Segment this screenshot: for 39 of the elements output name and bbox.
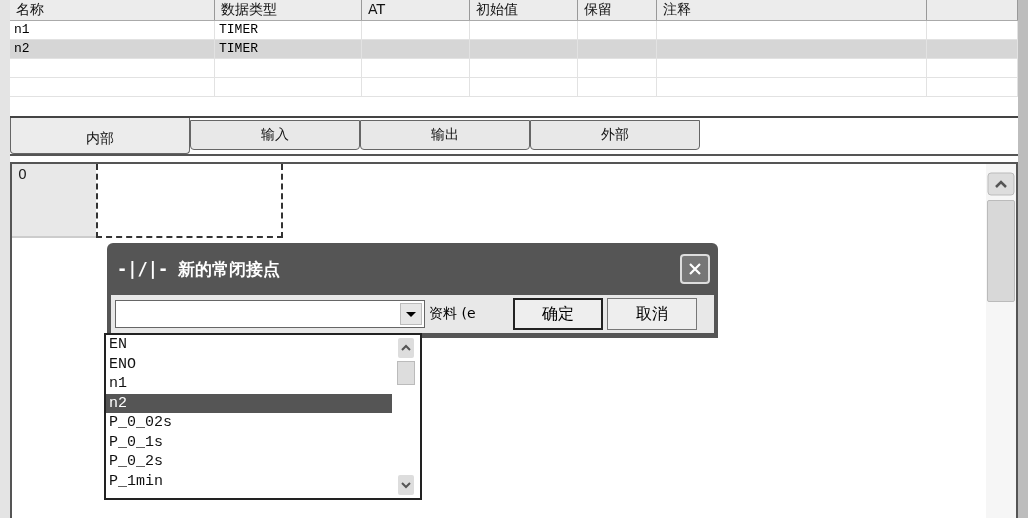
- dropdown-item[interactable]: ENO: [106, 354, 392, 374]
- tab[interactable]: 外部: [530, 120, 700, 150]
- dropdown-item[interactable]: P_0_1s: [106, 432, 392, 452]
- column-header[interactable]: 保留: [578, 0, 657, 20]
- dropdown-item[interactable]: n1: [106, 374, 392, 394]
- tab[interactable]: 输出: [360, 120, 530, 150]
- detail-label: 资料 (e: [429, 305, 477, 323]
- tab[interactable]: 内部: [10, 118, 190, 154]
- cancel-button[interactable]: 取消: [607, 298, 697, 330]
- ok-button[interactable]: 确定: [513, 298, 603, 330]
- selected-cell[interactable]: [96, 164, 283, 238]
- scroll-up-icon[interactable]: [987, 172, 1015, 196]
- column-header[interactable]: 初始值: [470, 0, 578, 20]
- rung-number: 0: [12, 164, 96, 238]
- column-header[interactable]: 名称: [10, 0, 215, 20]
- scroll-down-icon[interactable]: [397, 474, 415, 496]
- table-cell: TIMER: [215, 21, 362, 39]
- dropdown-item[interactable]: P_0_2s: [106, 452, 392, 472]
- dropdown-item[interactable]: P_1min: [106, 471, 392, 491]
- scroll-up-icon[interactable]: [397, 337, 415, 359]
- column-header[interactable]: AT: [362, 0, 470, 20]
- dropdown-item[interactable]: P_0_02s: [106, 413, 392, 433]
- column-header[interactable]: 注释: [657, 0, 927, 20]
- dialog-title: 新的常闭接点: [178, 257, 282, 281]
- column-header[interactable]: 数据类型: [215, 0, 362, 20]
- scroll-thumb[interactable]: [987, 200, 1015, 302]
- scroll-thumb[interactable]: [397, 361, 415, 385]
- contact-symbol: -|/|-: [117, 259, 169, 279]
- table-row[interactable]: n2 TIMER: [10, 40, 1018, 59]
- dropdown-item[interactable]: EN: [106, 335, 392, 355]
- dropdown-item[interactable]: n2: [106, 393, 392, 413]
- vertical-scrollbar[interactable]: [986, 164, 1016, 518]
- table-cell: n1: [10, 21, 215, 39]
- tab[interactable]: 输入: [190, 120, 360, 150]
- close-button[interactable]: [680, 254, 710, 284]
- table-cell: TIMER: [215, 40, 362, 58]
- table-cell: n2: [10, 40, 215, 58]
- close-icon: [687, 261, 703, 277]
- variable-combo-box[interactable]: [115, 300, 425, 328]
